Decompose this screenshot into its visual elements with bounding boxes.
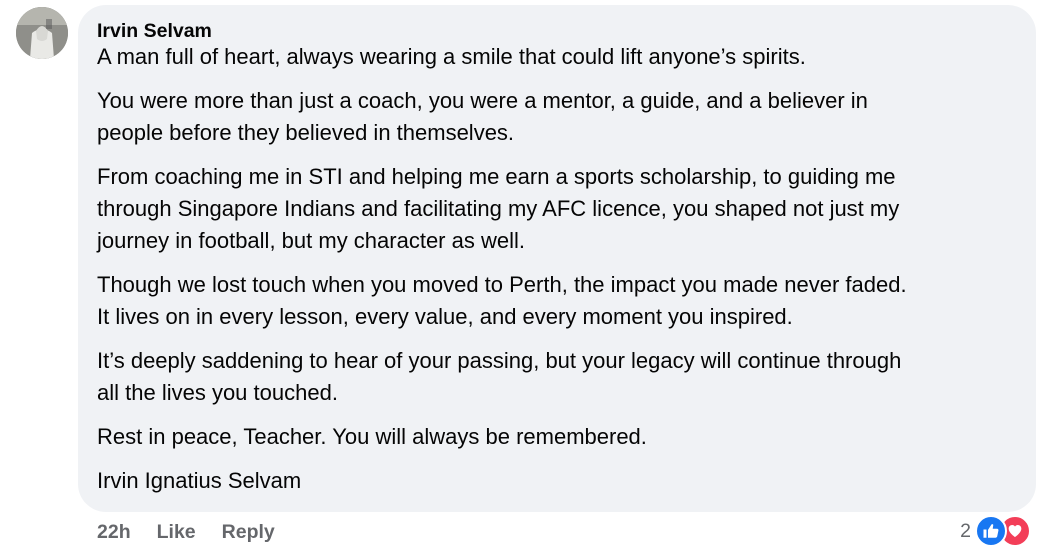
comment-paragraph: A man full of heart, always wearing a sm… [97, 44, 806, 69]
avatar-photo-icon [16, 7, 68, 59]
comment-body: A man full of heart, always wearing a sm… [97, 41, 1017, 497]
reaction-summary[interactable]: 2 [960, 515, 1031, 547]
like-icon [975, 515, 1007, 547]
comment-paragraph: It’s deeply saddening to hear of your pa… [97, 348, 902, 405]
comment-bubble: Irvin Selvam A man full of heart, always… [78, 5, 1036, 512]
author-name[interactable]: Irvin Selvam [97, 19, 1017, 43]
like-button[interactable]: Like [157, 521, 196, 544]
comment-paragraph: You were more than just a coach, you wer… [97, 88, 868, 145]
comment-paragraph: Though we lost touch when you moved to P… [97, 272, 907, 329]
comment-actions: 22h Like Reply [97, 519, 275, 545]
timestamp-link[interactable]: 22h [97, 521, 131, 544]
comment-paragraph: Rest in peace, Teacher. You will always … [97, 424, 647, 449]
comment-paragraph: From coaching me in STI and helping me e… [97, 164, 900, 253]
avatar[interactable] [16, 7, 68, 59]
comment-signature: Irvin Ignatius Selvam [97, 468, 302, 493]
reply-button[interactable]: Reply [222, 521, 275, 544]
comment: Irvin Selvam A man full of heart, always… [0, 0, 1062, 552]
reaction-count: 2 [960, 519, 971, 542]
